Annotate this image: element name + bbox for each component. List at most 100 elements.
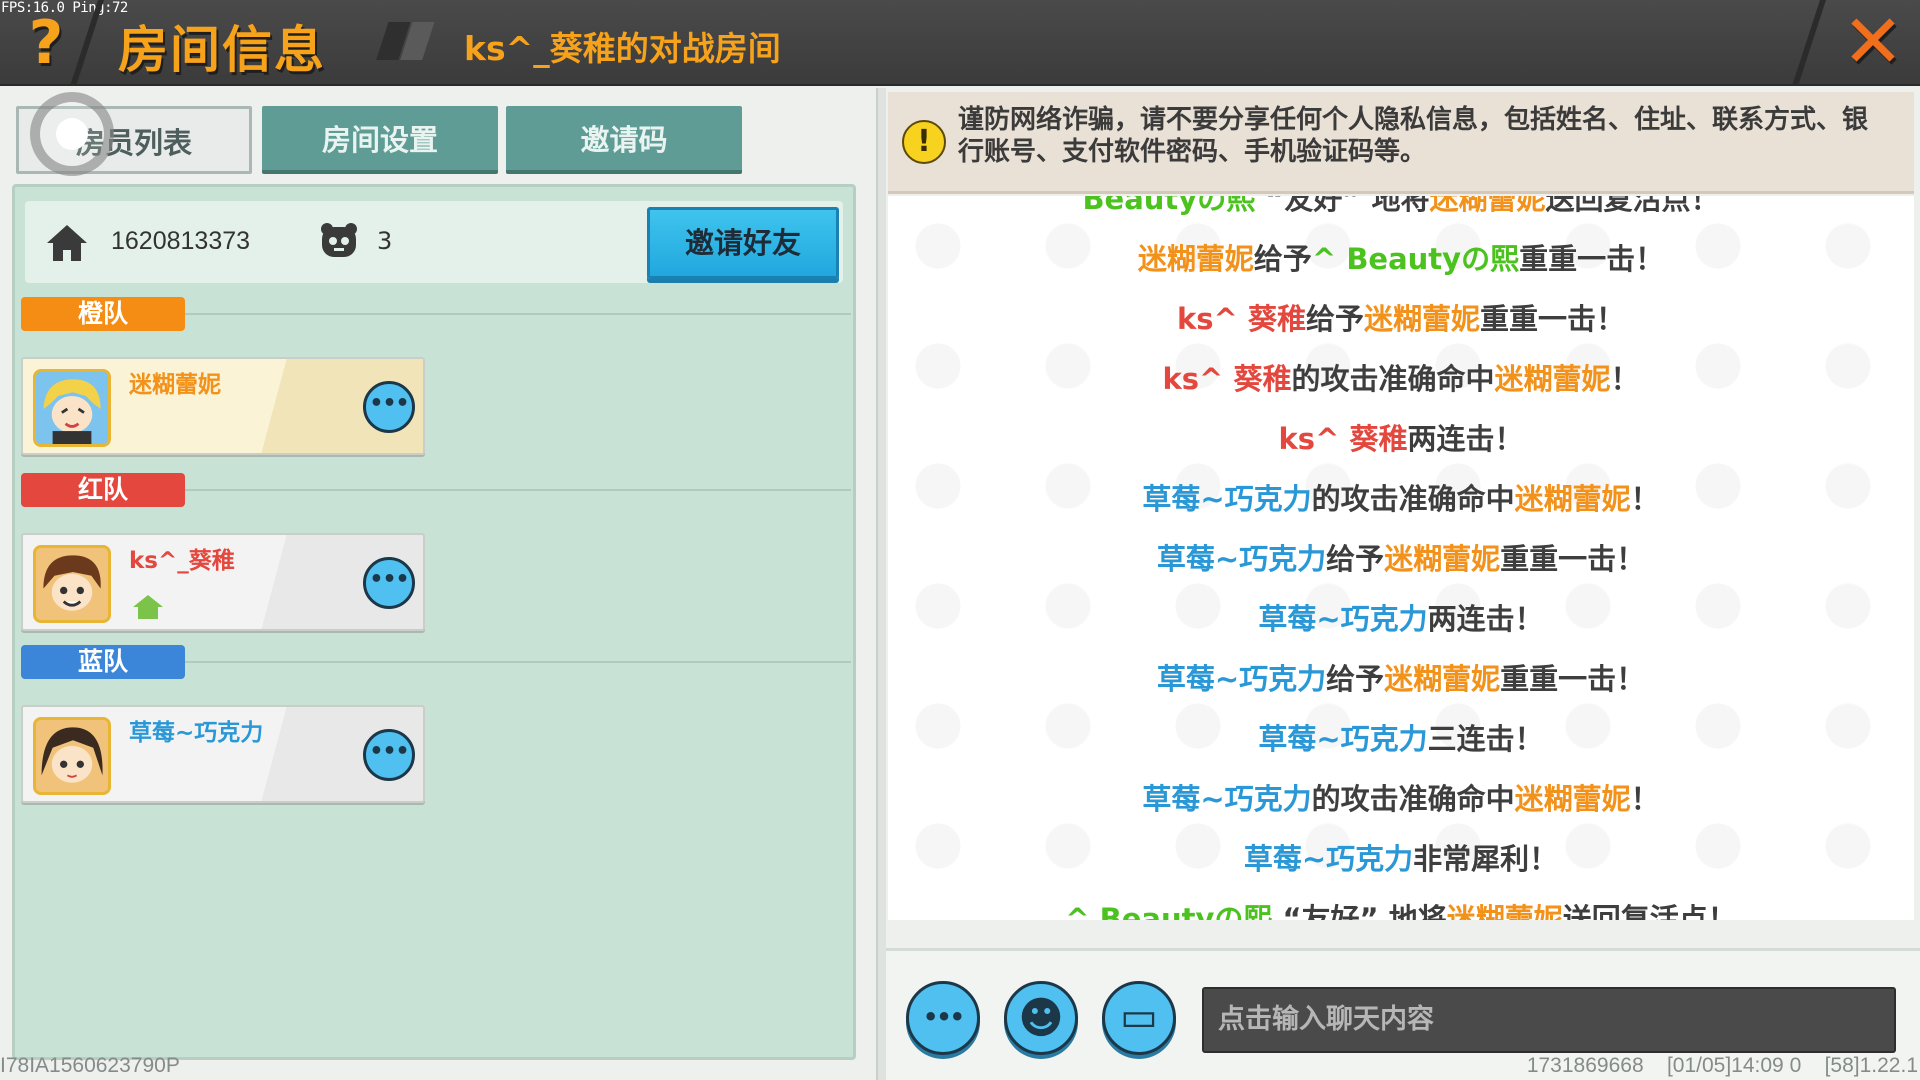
player-name: 草莓~巧克力 [1156,542,1327,576]
player-name: 迷糊蕾妮 [1514,782,1631,816]
player-count: 3 [377,227,393,255]
avatar [33,369,111,447]
message-text: 三连击！ [1427,722,1544,756]
player-name: 草莓~巧克力 [1156,662,1327,696]
device-id: I78IA1560623790P [0,1054,180,1077]
member-name: 草莓~巧克力 [129,720,264,746]
close-icon[interactable]: ✕ [1838,5,1908,79]
message-text: 重重一击！ [1479,302,1625,336]
message-text: ！ [1610,362,1640,396]
avatar [33,545,111,623]
keyboard-icon[interactable]: ▭ [1102,981,1176,1055]
chat-message: 草莓~巧克力给予迷糊蕾妮重重一击！ [888,536,1914,578]
message-text: “友好” 地将 [1255,196,1430,216]
room-id: 1620813373 [111,227,251,255]
room-name: ks^_葵稚的对战房间 [464,29,781,68]
message-text: 非常犀利！ [1413,842,1559,876]
room-info-bar: 1620813373 3 邀请好友 [25,201,843,283]
message-text: 给予 [1326,662,1385,696]
chat-message: 草莓~巧克力给予迷糊蕾妮重重一击！ [888,656,1914,698]
member-card[interactable]: 迷糊蕾妮 ••• [21,357,425,455]
chat-message: 草莓~巧克力两连击！ [888,596,1914,638]
message-text: 两连击！ [1407,422,1524,456]
more-options-button[interactable]: ••• [363,557,415,609]
player-name: 迷糊蕾妮 [1429,196,1546,216]
host-house-icon [133,595,163,619]
player-name: 草莓~巧克力 [1142,782,1312,816]
member-list-panel: 1620813373 3 邀请好友 橙队 迷糊蕾妮 ••• 红队 ks^_葵稚 … [12,184,856,1060]
player-name: 迷糊蕾妮 [1514,482,1631,516]
player-name: ks^ 葵稚 [1177,302,1306,336]
message-text: 给予 [1305,302,1364,336]
chat-message: ks^ 葵稚两连击！ [888,416,1914,458]
title-decoration [376,22,461,62]
warning-icon: ! [902,120,946,164]
member-card[interactable]: ks^_葵稚 ••• [21,533,425,631]
more-options-button[interactable]: ••• [363,381,415,433]
player-name: ks^ 葵稚 [1162,362,1292,396]
player-name: ^ Beautyの熙 [1065,902,1273,920]
tab-invite-code[interactable]: 邀请码 [506,106,742,174]
fraud-warning-banner: ! 谨防网络诈骗，请不要分享任何个人隐私信息，包括姓名、住址、联系方式、银行账号… [888,92,1914,194]
message-text: 的攻击准确命中 [1291,362,1495,396]
warning-text: 谨防网络诈骗，请不要分享任何个人隐私信息，包括姓名、住址、联系方式、银行账号、支… [958,105,1869,167]
player-name: 草莓~巧克力 [1243,842,1414,876]
message-text: 重重一击！ [1500,662,1646,696]
invite-friends-button[interactable]: 邀请好友 [647,207,839,279]
title-divider [1792,0,1826,86]
avatar [33,717,111,795]
chat-message: 草莓~巧克力非常犀利！ [888,836,1914,878]
message-text: 重重一击！ [1519,242,1665,276]
player-name: ^ Beautyの熙 [1311,242,1520,276]
page-title: 房间信息 [118,21,326,79]
message-text: ！ [1630,482,1660,516]
message-text: 两连击！ [1427,602,1544,636]
player-name: 迷糊蕾妮 [1363,302,1480,336]
chat-message: 迷糊蕾妮给予^ Beautyの熙重重一击！ [888,236,1914,278]
player-name: 草莓~巧克力 [1258,722,1428,756]
team-label-orange: 橙队 [21,297,185,331]
message-text: 给予 [1253,242,1312,276]
chat-log[interactable]: Beautyの熙 “友好” 地将迷糊蕾妮送回复活点！ 迷糊蕾妮给予^ Beauty… [888,196,1914,920]
chat-input[interactable]: 点击输入聊天内容 [1202,987,1896,1053]
chat-message: ks^ 葵稚给予迷糊蕾妮重重一击！ [888,296,1914,338]
chat-message: 草莓~巧克力的攻击准确命中迷糊蕾妮！ [888,776,1914,818]
help-icon[interactable]: ? [22,10,70,76]
player-name: 迷糊蕾妮 [1446,902,1563,920]
member-name: ks^_葵稚 [129,548,235,574]
player-name: 迷糊蕾妮 [1494,362,1611,396]
message-text: ！ [1630,782,1660,816]
player-name: 草莓~巧克力 [1142,482,1312,516]
chat-message: 草莓~巧克力三连击！ [888,716,1914,758]
player-name: Beautyの熙 [1082,196,1256,216]
message-text: 的攻击准确命中 [1311,782,1515,816]
message-text: 重重一击！ [1500,542,1646,576]
chat-message: 草莓~巧克力的攻击准确命中迷糊蕾妮！ [888,476,1914,518]
player-name: 迷糊蕾妮 [1137,242,1254,276]
message-text: 的攻击准确命中 [1311,482,1515,516]
chat-message: ks^ 葵稚的攻击准确命中迷糊蕾妮！ [888,356,1914,398]
member-card[interactable]: 草莓~巧克力 ••• [21,705,425,803]
team-label-blue: 蓝队 [21,645,185,679]
message-text: “友好” 地将 [1272,902,1447,920]
message-text: 送回复活点！ [1562,902,1737,920]
chat-message: ^ Beautyの熙 “友好” 地将迷糊蕾妮送回复活点！ [888,896,1914,920]
title-bar: FPS:16.0 Ping:72 ? 房间信息 ks^_葵稚的对战房间 ✕ [0,0,1920,86]
message-text: 给予 [1326,542,1385,576]
status-footer: 1731869668 [01/05]14:09 0 [58]1.22.1 [1526,1054,1918,1077]
message-text: 送回复活点！ [1545,196,1720,216]
emoji-icon[interactable]: ☻ [1004,981,1078,1055]
left-panel: 房员列表 房间设置 邀请码 1620813373 3 邀请好友 橙队 迷糊蕾妮 … [0,88,880,1080]
divider [185,313,851,315]
touch-indicator [30,92,114,176]
more-options-button[interactable]: ••• [363,729,415,781]
player-count-icon [321,223,357,257]
tab-room-settings[interactable]: 房间设置 [262,106,498,174]
panel-divider [876,88,886,1080]
player-name: ks^ 葵稚 [1278,422,1408,456]
player-name: 草莓~巧克力 [1258,602,1428,636]
home-icon [47,225,87,261]
player-name: 迷糊蕾妮 [1384,662,1501,696]
more-icon[interactable]: ••• [906,981,980,1055]
divider [185,661,851,663]
